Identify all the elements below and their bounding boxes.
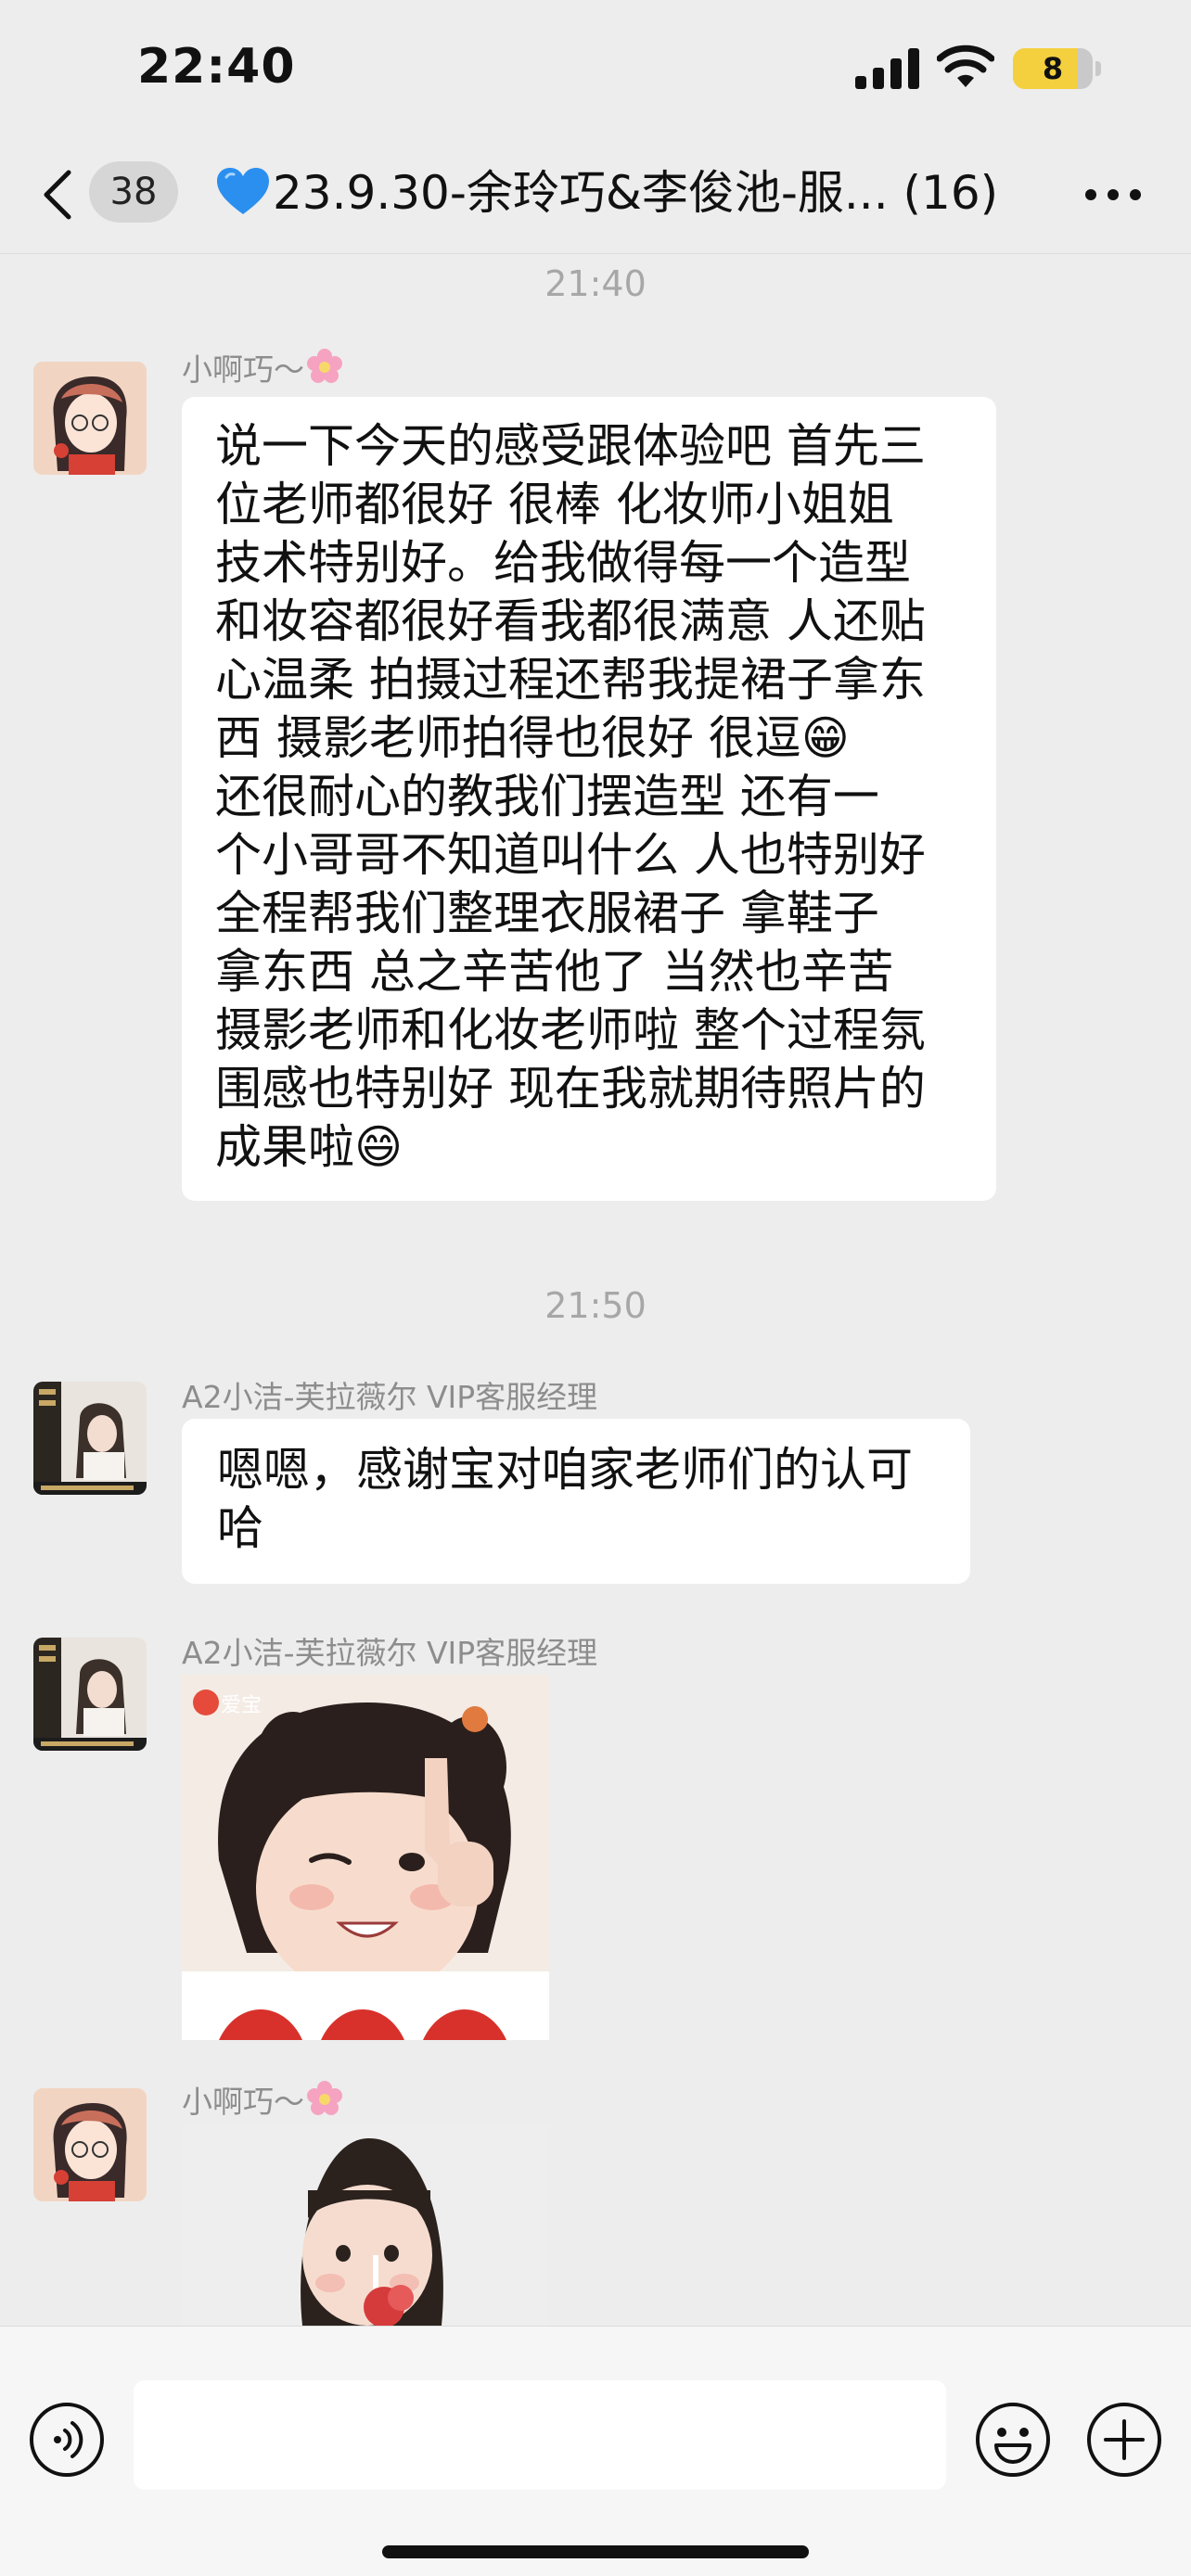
plus-icon[interactable] [1085, 2401, 1163, 2479]
sender-name: A2小洁-芙拉薇尔 VIP客服经理 [182, 1379, 598, 1415]
sender-name: 小啊巧～ [182, 2077, 345, 2122]
sticker-watermark: 爱宝 [221, 1694, 262, 1717]
signal-icon [855, 48, 919, 89]
status-time: 22:40 [137, 39, 296, 95]
flower-icon [307, 349, 342, 383]
home-indicator[interactable] [382, 2545, 809, 2558]
input-bar [0, 2326, 1191, 2576]
more-icon[interactable] [1083, 187, 1143, 202]
sticker-image[interactable]: 爱宝 [182, 1675, 549, 2040]
message-timestamp: 21:40 [544, 263, 647, 304]
message-input[interactable] [134, 2380, 946, 2490]
wifi-icon [937, 45, 994, 87]
chat-title-text: 23.9.30-余玲巧&李俊池-服... [273, 166, 889, 220]
flower-icon [307, 2081, 342, 2115]
battery-icon: 8 [1013, 48, 1102, 89]
message-bubble[interactable]: 嗯嗯，感谢宝对咱家老师们的认可 哈 [182, 1419, 970, 1584]
blue-heart-icon [217, 168, 269, 214]
message-timestamp: 21:50 [544, 1285, 647, 1326]
avatar[interactable] [33, 362, 147, 475]
message-text: 嗯嗯，感谢宝对咱家老师们的认可 哈 [217, 1443, 913, 1555]
unread-count-badge[interactable]: 38 [89, 161, 178, 223]
back-icon[interactable] [39, 167, 76, 223]
toddler-wink-sticker: 爱宝 [182, 1675, 549, 2040]
message-bubble[interactable]: 说一下今天的感受跟体验吧 首先三 位老师都很好 很棒 化妆师小姐姐 技术特别好。… [182, 397, 996, 1201]
avatar[interactable] [33, 1638, 147, 1751]
sticker-image[interactable] [182, 2125, 549, 2326]
battery-level: 8 [1042, 51, 1064, 86]
chat-title[interactable]: 23.9.30-余玲巧&李俊池-服... (16) [215, 163, 1004, 223]
emoji-icon[interactable] [974, 2401, 1052, 2479]
status-bar: 22:40 8 [0, 0, 1191, 139]
sender-name: 小啊巧～ [182, 345, 345, 389]
chat-header: 38 23.9.30-余玲巧&李俊池-服... (16) [0, 139, 1191, 254]
voice-icon[interactable] [28, 2401, 106, 2479]
avatar[interactable] [33, 2088, 147, 2201]
avatar[interactable] [33, 1382, 147, 1495]
toddler-candy-sticker [182, 2125, 549, 2326]
message-text: 说一下今天的感受跟体验吧 首先三 位老师都很好 很棒 化妆师小姐姐 技术特别好。… [215, 419, 926, 1174]
sender-name: A2小洁-芙拉薇尔 VIP客服经理 [182, 1635, 598, 1671]
member-count: (16) [903, 166, 999, 220]
